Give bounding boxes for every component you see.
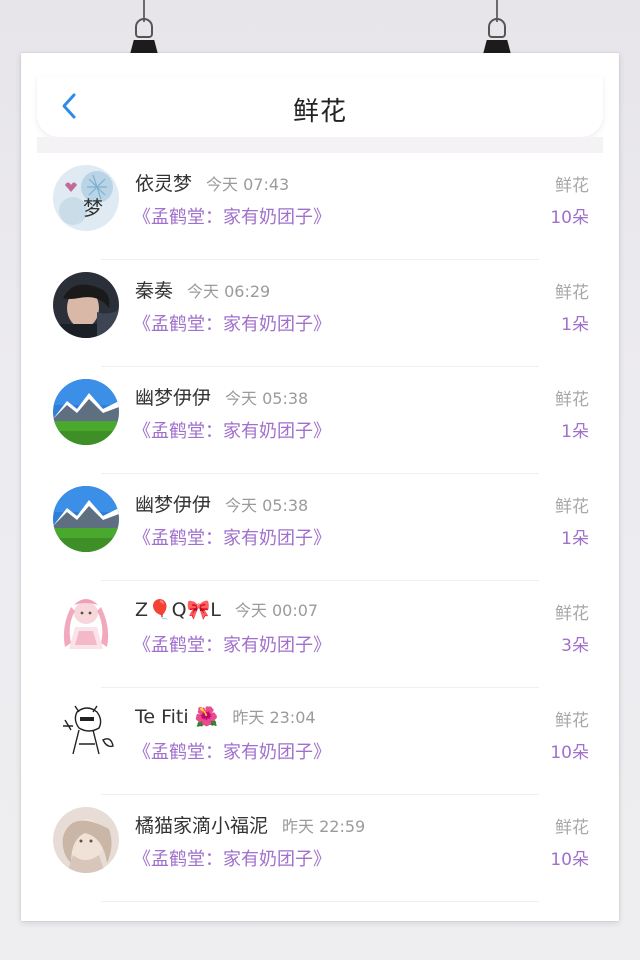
screenshot-poster: 鲜花 梦 依灵梦 今天 07:43 《孟鹤堂：家有奶团子》 鲜花 10朵 秦奏 …: [21, 53, 619, 921]
avatar[interactable]: [53, 700, 119, 766]
avatar[interactable]: [53, 593, 119, 659]
list-item[interactable]: 幽梦伊伊 今天 05:38 《孟鹤堂：家有奶团子》 鲜花 1朵: [21, 367, 619, 474]
book-title-link[interactable]: 《孟鹤堂：家有奶团子》: [133, 310, 331, 336]
gift-count: 10朵: [550, 208, 589, 228]
list-item[interactable]: 幽梦伊伊 今天 05:38 《孟鹤堂：家有奶团子》 鲜花 1朵: [21, 474, 619, 581]
user-name: 橘猫家滴小福泥: [135, 815, 269, 837]
book-title-link[interactable]: 《孟鹤堂：家有奶团子》: [133, 631, 331, 657]
gift-count: 1朵: [561, 529, 589, 549]
book-title-link[interactable]: 《孟鹤堂：家有奶团子》: [133, 203, 331, 229]
book-title-link[interactable]: 《孟鹤堂：家有奶团子》: [133, 417, 331, 443]
page-title: 鲜花: [292, 97, 347, 127]
list-item[interactable]: 橘猫家滴小福泥 昨天 22:59 《孟鹤堂：家有奶团子》 鲜花 10朵: [21, 795, 619, 902]
gift-type: 鲜花: [555, 283, 589, 303]
timestamp: 今天 00:07: [234, 601, 319, 620]
gift-type: 鲜花: [555, 818, 589, 838]
timestamp: 今天 07:43: [206, 175, 290, 194]
gift-count: 1朵: [561, 422, 589, 442]
user-name: 幽梦伊伊: [135, 494, 212, 516]
user-name: 秦奏: [135, 280, 174, 302]
user-name: 依灵梦: [135, 173, 193, 195]
header-divider: [37, 137, 603, 153]
list-item[interactable]: Z🎈Q🎀L 今天 00:07 《孟鹤堂：家有奶团子》 鲜花 3朵: [21, 581, 619, 688]
book-title-link[interactable]: 《孟鹤堂：家有奶团子》: [133, 524, 331, 550]
list-item[interactable]: 梦 依灵梦 今天 07:43 《孟鹤堂：家有奶团子》 鲜花 10朵: [21, 153, 619, 260]
avatar[interactable]: [53, 486, 119, 552]
gift-type: 鲜花: [555, 711, 589, 731]
gift-count: 1朵: [561, 315, 589, 335]
timestamp: 昨天 22:59: [282, 817, 366, 836]
avatar[interactable]: [53, 807, 119, 873]
gift-count: 10朵: [550, 850, 589, 870]
avatar[interactable]: 梦: [53, 165, 119, 231]
user-name: Z🎈Q🎀L: [135, 599, 221, 621]
gift-list: 梦 依灵梦 今天 07:43 《孟鹤堂：家有奶团子》 鲜花 10朵 秦奏 今天 …: [21, 153, 619, 902]
list-item[interactable]: Te Fiti 🌺 昨天 23:04 《孟鹤堂：家有奶团子》 鲜花 10朵: [21, 688, 619, 795]
gift-count: 10朵: [550, 743, 589, 763]
timestamp: 今天 05:38: [225, 389, 309, 408]
avatar[interactable]: [53, 379, 119, 445]
book-title-link[interactable]: 《孟鹤堂：家有奶团子》: [133, 738, 331, 764]
divider: [101, 901, 539, 902]
timestamp: 昨天 23:04: [232, 708, 316, 727]
avatar[interactable]: [53, 272, 119, 338]
list-item[interactable]: 秦奏 今天 06:29 《孟鹤堂：家有奶团子》 鲜花 1朵: [21, 260, 619, 367]
gift-type: 鲜花: [555, 176, 589, 196]
gift-type: 鲜花: [555, 390, 589, 410]
top-bar: 鲜花: [37, 77, 603, 137]
user-name: 幽梦伊伊: [135, 387, 212, 409]
timestamp: 今天 05:38: [225, 496, 309, 515]
user-name: Te Fiti 🌺: [135, 706, 219, 728]
timestamp: 今天 06:29: [187, 282, 271, 301]
gift-count: 3朵: [561, 636, 589, 656]
svg-text:梦: 梦: [83, 196, 103, 220]
book-title-link[interactable]: 《孟鹤堂：家有奶团子》: [133, 845, 331, 871]
gift-type: 鲜花: [555, 604, 589, 624]
gift-type: 鲜花: [555, 497, 589, 517]
